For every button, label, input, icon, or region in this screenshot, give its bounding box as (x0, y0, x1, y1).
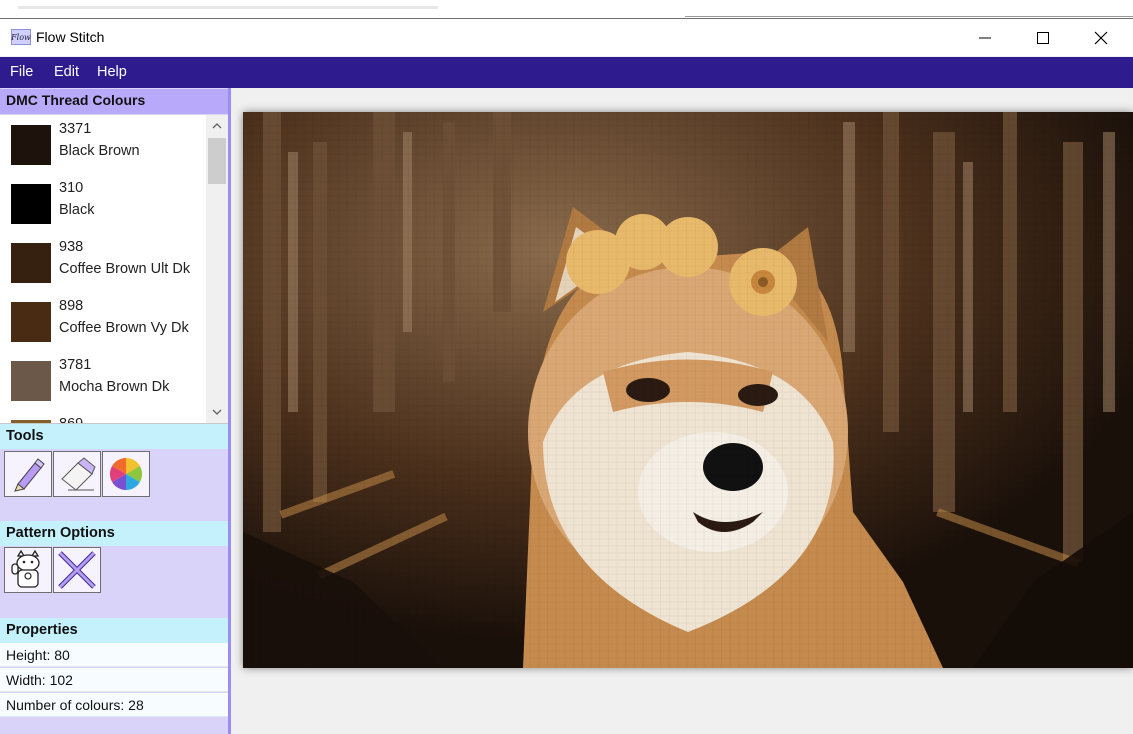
app-icon: Flow (11, 29, 31, 45)
property-colour-count: Number of colours: 28 (0, 693, 228, 717)
thread-name: Coffee Brown Vy Dk (59, 320, 189, 336)
thread-code: 3781 (59, 357, 92, 373)
lucky-cat-button[interactable] (4, 547, 52, 593)
close-icon (1094, 31, 1108, 44)
menu-edit[interactable]: Edit (54, 64, 79, 80)
scroll-thumb[interactable] (208, 138, 226, 184)
pattern-canvas-area (231, 88, 1133, 734)
chevron-up-icon (212, 123, 222, 129)
scroll-up-button[interactable] (206, 117, 228, 135)
eraser-button[interactable] (53, 451, 101, 497)
thread-item[interactable]: 898 Coffee Brown Vy Dk (0, 292, 206, 351)
minimize-button[interactable] (956, 19, 1014, 56)
title-bar[interactable]: Flow Flow Stitch (0, 19, 1133, 56)
menu-help[interactable]: Help (97, 64, 127, 80)
thread-item[interactable]: 869 (0, 410, 206, 424)
cross-stitch-icon (58, 551, 96, 589)
eraser-icon (61, 457, 96, 491)
colour-wheel-icon (109, 457, 143, 491)
scroll-down-button[interactable] (206, 403, 228, 421)
lucky-cat-icon (11, 550, 40, 588)
background-window-edge (0, 0, 1133, 18)
thread-code: 898 (59, 298, 84, 314)
app-window: Flow Flow Stitch File Edit Help DMC Thre… (0, 18, 1133, 734)
app-icon-label: Flow (11, 32, 31, 42)
thread-swatch (11, 184, 51, 224)
thread-swatch (11, 243, 51, 283)
menu-file[interactable]: File (10, 64, 33, 80)
thread-item[interactable]: 3371 Black Brown (0, 115, 206, 174)
thread-swatch (11, 302, 51, 342)
pattern-options-header: Pattern Options (0, 521, 228, 546)
thread-list-scrollbar[interactable] (206, 115, 228, 423)
property-height: Height: 80 (0, 643, 228, 667)
pencil-button[interactable] (4, 451, 52, 497)
background-window-title (18, 6, 438, 9)
thread-name: Coffee Brown Ult Dk (59, 261, 191, 277)
thread-name: Mocha Brown Dk (59, 379, 170, 395)
window-title: Flow Stitch (36, 29, 105, 45)
thread-code: 310 (59, 180, 84, 196)
cross-stitch-button[interactable] (53, 547, 101, 593)
thread-item[interactable]: 3781 Mocha Brown Dk (0, 351, 206, 410)
menu-bar: File Edit Help (0, 57, 1133, 88)
pencil-icon (14, 458, 45, 492)
thread-item[interactable]: 310 Black (0, 174, 206, 233)
chevron-down-icon (212, 409, 222, 415)
thread-name: Black (59, 202, 95, 218)
colour-wheel-button[interactable] (102, 451, 150, 497)
property-width: Width: 102 (0, 668, 228, 692)
background-window-border (685, 16, 1133, 17)
thread-colours-header: DMC Thread Colours (0, 89, 228, 114)
side-panel: DMC Thread Colours 3371 Black Brown 310 … (0, 88, 228, 734)
maximize-button[interactable] (1014, 19, 1072, 56)
thread-item[interactable]: 938 Coffee Brown Ult Dk (0, 233, 206, 292)
thread-swatch (11, 125, 51, 165)
thread-code: 938 (59, 239, 84, 255)
properties-header: Properties (0, 618, 228, 643)
cross-stitch-pattern[interactable] (243, 112, 1133, 668)
thread-name: Black Brown (59, 143, 140, 159)
tools-header: Tools (0, 424, 228, 449)
minimize-icon (979, 37, 991, 38)
maximize-icon (1037, 31, 1049, 44)
thread-swatch (11, 361, 51, 401)
thread-code: 869 (59, 416, 84, 424)
thread-colour-list[interactable]: 3371 Black Brown 310 Black 938 Coffee Br… (0, 115, 228, 424)
thread-code: 3371 (59, 121, 92, 137)
close-button[interactable] (1072, 19, 1130, 56)
